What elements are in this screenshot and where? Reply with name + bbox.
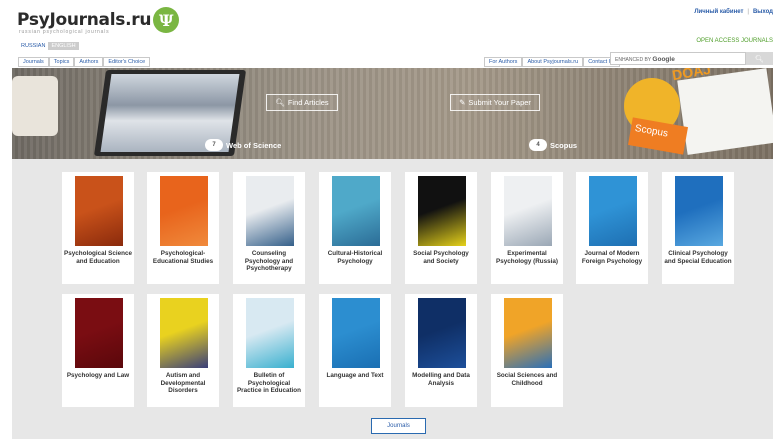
- hero-banner: DOAJ Scopus 🔍︎ Find Articles ✎ Submit Yo…: [12, 68, 773, 159]
- journal-title[interactable]: Clinical Psychology and Special Educatio…: [664, 250, 732, 265]
- nav-editors-choice[interactable]: Editor's Choice: [103, 57, 151, 67]
- secondary-nav: For Authors About Psyjournals.ru Contact…: [484, 57, 621, 67]
- journal-title[interactable]: Cultural-Historical Psychology: [321, 250, 389, 265]
- account-links: Личный кабинет | Выход: [694, 9, 773, 15]
- journal-title[interactable]: Social Psychology and Society: [407, 250, 475, 265]
- site-header: PsyJournals.ru Ψ russian psychological j…: [0, 0, 773, 68]
- journal-card[interactable]: Psychological-Educational Studies: [147, 172, 219, 284]
- journal-cover[interactable]: [589, 176, 637, 246]
- site-logo[interactable]: PsyJournals.ru Ψ russian psychological j…: [17, 7, 180, 38]
- search-prefix: ENHANCED BY: [615, 57, 652, 63]
- submit-paper-button[interactable]: ✎ Submit Your Paper: [450, 94, 540, 111]
- lang-english[interactable]: ENGLISH: [48, 42, 79, 50]
- journal-title[interactable]: Autism and Developmental Disorders: [149, 372, 217, 395]
- journal-card[interactable]: Cultural-Historical Psychology: [319, 172, 391, 284]
- paper-image: [677, 68, 773, 155]
- journal-cover[interactable]: [675, 176, 723, 246]
- find-articles-button[interactable]: 🔍︎ Find Articles: [266, 94, 338, 111]
- open-access-label: OPEN ACCESS JOURNALS: [696, 38, 773, 44]
- main-nav: Journals Topics Authors Editor's Choice: [18, 57, 151, 67]
- journal-card[interactable]: Autism and Developmental Disorders: [147, 294, 219, 407]
- wos-label: Web of Science: [226, 140, 282, 150]
- journal-card[interactable]: Clinical Psychology and Special Educatio…: [662, 172, 734, 284]
- journals-grid: Psychological Science and Education Psych…: [12, 159, 773, 439]
- logo-tagline: russian psychological journals: [19, 29, 110, 35]
- scopus-count: 4: [529, 139, 547, 151]
- journal-cover[interactable]: [75, 298, 123, 368]
- journal-cover[interactable]: [418, 298, 466, 368]
- journal-card[interactable]: Social Psychology and Society: [405, 172, 477, 284]
- account-link[interactable]: Личный кабинет: [694, 9, 743, 15]
- nav-journals[interactable]: Journals: [18, 57, 49, 67]
- journal-card[interactable]: Psychology and Law: [62, 294, 134, 407]
- journal-title[interactable]: Experimental Psychology (Russia): [493, 250, 561, 265]
- journal-card[interactable]: Language and Text: [319, 294, 391, 407]
- journal-cover[interactable]: [504, 176, 552, 246]
- journal-card[interactable]: Counseling Psychology and Psychotherapy: [233, 172, 305, 284]
- find-articles-label: Find Articles: [287, 98, 329, 107]
- journal-card[interactable]: Modelling and Data Analysis: [405, 294, 477, 407]
- search-icon: 🔍︎: [275, 98, 285, 107]
- logout-link[interactable]: Выход: [753, 9, 773, 15]
- journal-card[interactable]: Social Sciences and Childhood: [491, 294, 563, 407]
- journal-card[interactable]: Bulletin of Psychological Practice in Ed…: [233, 294, 305, 407]
- journal-cover[interactable]: [160, 298, 208, 368]
- journal-card[interactable]: Journal of Modern Foreign Psychology: [576, 172, 648, 284]
- journal-card[interactable]: Psychological Science and Education: [62, 172, 134, 284]
- wos-metric[interactable]: 7 Web of Science: [205, 139, 281, 151]
- submit-paper-label: Submit Your Paper: [468, 98, 531, 107]
- search-input[interactable]: ENHANCED BY Google: [610, 52, 746, 65]
- logo-text: PsyJournals.ru: [17, 10, 152, 30]
- journal-title[interactable]: Modelling and Data Analysis: [407, 372, 475, 387]
- journal-cover[interactable]: [418, 176, 466, 246]
- journal-title[interactable]: Counseling Psychology and Psychotherapy: [235, 250, 303, 273]
- nav-for-authors[interactable]: For Authors: [484, 57, 523, 67]
- journal-title[interactable]: Social Sciences and Childhood: [493, 372, 561, 387]
- nav-about[interactable]: About Psyjournals.ru: [522, 57, 584, 67]
- mug-image: [12, 76, 58, 136]
- journal-title[interactable]: Bulletin of Psychological Practice in Ed…: [235, 372, 303, 395]
- journal-title[interactable]: Language and Text: [321, 372, 389, 380]
- journal-cover[interactable]: [504, 298, 552, 368]
- journal-cover[interactable]: [246, 176, 294, 246]
- search-brand: Google: [652, 56, 675, 63]
- nav-authors[interactable]: Authors: [74, 57, 104, 67]
- wos-count: 7: [205, 139, 223, 151]
- search-button[interactable]: 🔍︎: [746, 52, 773, 65]
- edit-icon: ✎: [459, 98, 466, 107]
- scopus-metric[interactable]: 4 Scopus: [529, 139, 577, 151]
- scopus-label: Scopus: [550, 140, 578, 150]
- nav-topics[interactable]: Topics: [48, 57, 75, 67]
- journal-cover[interactable]: [75, 176, 123, 246]
- journal-card[interactable]: Experimental Psychology (Russia): [491, 172, 563, 284]
- lang-russian[interactable]: RUSSIAN: [18, 42, 48, 50]
- language-switcher: RUSSIAN ENGLISH: [18, 42, 79, 50]
- journal-title[interactable]: Psychological-Educational Studies: [149, 250, 217, 265]
- journal-cover[interactable]: [246, 298, 294, 368]
- search-icon: 🔍︎: [755, 55, 764, 63]
- journal-title[interactable]: Journal of Modern Foreign Psychology: [578, 250, 646, 265]
- psi-logo-icon: Ψ: [153, 7, 180, 33]
- journal-title[interactable]: Psychology and Law: [64, 372, 132, 380]
- journal-cover[interactable]: [332, 298, 380, 368]
- journals-button[interactable]: Journals: [371, 418, 426, 434]
- journal-cover[interactable]: [160, 176, 208, 246]
- journal-cover[interactable]: [332, 176, 380, 246]
- journal-title[interactable]: Psychological Science and Education: [64, 250, 132, 265]
